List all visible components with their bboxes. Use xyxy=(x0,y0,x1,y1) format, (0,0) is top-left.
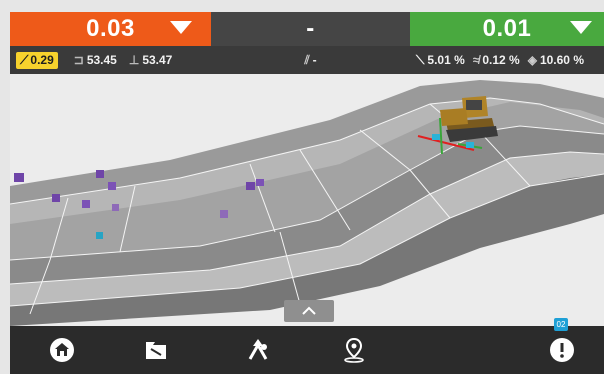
offset-icon: ⟋ xyxy=(20,52,29,67)
cut-fill-value: 0.03 xyxy=(86,15,135,42)
status-bar: 0.03 ⟋ 0.29 ⊐ 53.45 ⊥ 53.47 - ⫽ - 0.01 ⟍… xyxy=(10,12,604,74)
route-icon xyxy=(248,339,268,360)
project-button[interactable] xyxy=(140,334,172,366)
folder-icon xyxy=(146,342,166,359)
middle-panel[interactable]: - ⫽ - xyxy=(211,12,410,74)
main-fall: ≉ 0.12 % xyxy=(472,53,520,67)
3d-view[interactable] xyxy=(10,74,604,326)
notification-count-badge: 02 xyxy=(554,318,568,331)
home-icon xyxy=(50,338,74,362)
blade-slope: ◈ 10.60 % xyxy=(527,53,584,67)
alert-icon xyxy=(550,338,574,362)
road-surface-3d xyxy=(10,80,604,326)
offset-value: 0.29 xyxy=(30,53,54,67)
route-button[interactable] xyxy=(242,334,274,366)
slope-icon: ⟍ xyxy=(416,52,425,67)
dropdown-triangle-icon[interactable] xyxy=(170,21,192,34)
hatch-icon: ⫽ xyxy=(304,52,310,67)
expand-toolbar-button[interactable] xyxy=(284,300,334,322)
blade-icon: ◈ xyxy=(527,53,537,67)
middle-sub: ⫽ - xyxy=(304,52,317,68)
chevron-up-icon xyxy=(302,306,316,315)
app-screen: 0.03 ⟋ 0.29 ⊐ 53.45 ⊥ 53.47 - ⫽ - 0.01 ⟍… xyxy=(0,0,604,374)
elevation-design-icon: ⊐ xyxy=(73,53,84,67)
alerts-button[interactable] xyxy=(546,334,578,366)
cross-slope: ⟍ 5.01 % xyxy=(416,52,465,68)
fall-icon: ≉ xyxy=(472,53,480,67)
map-pin-icon xyxy=(344,337,364,363)
cut-fill-panel[interactable]: 0.03 ⟋ 0.29 ⊐ 53.45 ⊥ 53.47 xyxy=(10,12,211,74)
home-button[interactable] xyxy=(46,334,78,366)
elevation-current-icon: ⊥ xyxy=(128,53,140,67)
current-elevation: ⊥ 53.47 xyxy=(128,53,173,67)
slope-main-value: 0.01 xyxy=(482,15,532,42)
dropdown-triangle-icon[interactable] xyxy=(570,21,592,34)
position-button[interactable] xyxy=(338,334,370,366)
middle-main-value: - xyxy=(306,15,315,42)
offset-badge: ⟋ 0.29 xyxy=(16,51,58,69)
slope-panel[interactable]: 0.01 ⟍ 5.01 % ≉ 0.12 % ◈ 10.60 % xyxy=(410,12,604,74)
bottom-toolbar xyxy=(10,326,604,374)
design-elevation: ⊐ 53.45 xyxy=(73,53,117,67)
